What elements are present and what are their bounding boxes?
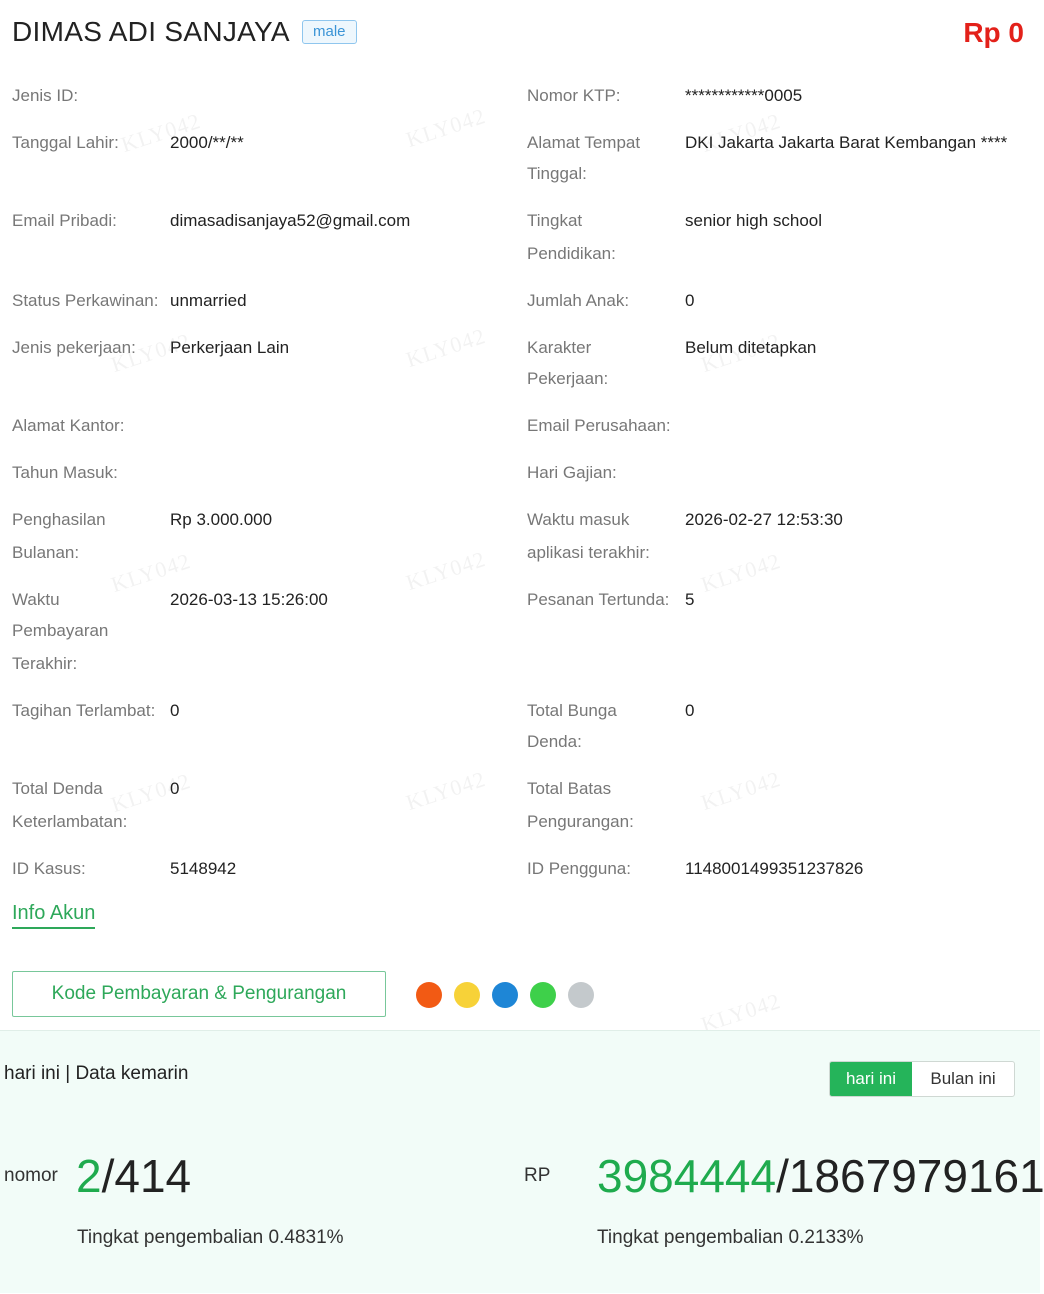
bunga-denda-value: 0 — [685, 701, 695, 720]
denda-terlambat-label-line1: Total Denda — [12, 779, 103, 798]
toggle-hari-ini[interactable]: hari ini — [830, 1062, 912, 1096]
tahun-masuk-label: Tahun Masuk: — [12, 463, 118, 482]
count-label: nomor — [4, 1165, 58, 1186]
tagihan-terlambat-value: 0 — [170, 701, 180, 720]
id-pengguna-label: ID Pengguna: — [527, 859, 631, 878]
waktu-masuk-value: 2026-02-27 12:53:30 — [685, 510, 843, 529]
email-pribadi-value: dimasadisanjaya52@gmail.com — [170, 211, 411, 230]
waktu-bayar-label-line3: Terakhir: — [12, 654, 78, 673]
watermark: KLY042 — [402, 545, 489, 596]
customer-header: DIMAS ADI SANJAYA male Rp 0 — [12, 14, 1032, 54]
waktu-masuk-label-line1: Waktu masuk — [527, 510, 630, 529]
pesanan-tertunda-value: 5 — [685, 590, 695, 609]
stats-title: hari ini | Data kemarin — [4, 1063, 189, 1084]
status-perkawinan-label: Status Perkawinan: — [12, 291, 159, 310]
pendidikan-label-line2: Pendidikan: — [527, 244, 616, 263]
alamat-kantor-label: Alamat Kantor: — [12, 416, 125, 435]
period-toggle: hari ini Bulan ini — [829, 1061, 1015, 1097]
amount-due: Rp 0 — [963, 17, 1024, 48]
count-value: 2/414 — [76, 1151, 191, 1201]
pendidikan-value: senior high school — [685, 211, 823, 230]
penghasilan-label-line2: Bulanan: — [12, 543, 80, 562]
money-total: /1867979161 — [776, 1150, 1044, 1202]
id-pengguna-value: 1148001499351237826 — [685, 859, 864, 878]
money-rate: Tingkat pengembalian 0.2133% — [597, 1227, 864, 1248]
alamat-label-line1: Alamat Tempat — [527, 133, 641, 152]
money-value: 3984444/1867979161 — [597, 1151, 1044, 1201]
jenis-pekerjaan-label: Jenis pekerjaan: — [12, 338, 136, 357]
kode-pembayaran-button[interactable]: Kode Pembayaran & Pengurangan — [12, 971, 386, 1017]
money-label: RP — [524, 1165, 551, 1186]
customer-name: DIMAS ADI SANJAYA — [12, 16, 290, 47]
batas-pengurangan-label-line1: Total Batas — [527, 779, 612, 798]
watermark: KLY042 — [697, 547, 784, 598]
hari-gajian-label: Hari Gajian: — [527, 463, 617, 482]
alamat-label-line2: Tinggal: — [527, 164, 587, 183]
status-dot-blue[interactable] — [492, 982, 518, 1008]
tagihan-terlambat-label: Tagihan Terlambat: — [12, 701, 156, 720]
email-pribadi-label: Email Pribadi: — [12, 211, 117, 230]
watermark: KLY042 — [402, 322, 489, 373]
jumlah-anak-value: 0 — [685, 291, 695, 310]
karakter-value: Belum ditetapkan — [685, 338, 817, 357]
batas-pengurangan-label-line2: Pengurangan: — [527, 812, 634, 831]
denda-terlambat-value: 0 — [170, 779, 180, 798]
waktu-bayar-label-line2: Pembayaran — [12, 621, 109, 640]
bunga-denda-label-line2: Denda: — [527, 732, 582, 751]
toggle-bulan-ini[interactable]: Bulan ini — [912, 1062, 1014, 1096]
id-kasus-label: ID Kasus: — [12, 859, 86, 878]
waktu-masuk-label-line2: aplikasi terakhir: — [527, 543, 650, 562]
id-kasus-value: 5148942 — [170, 859, 237, 878]
nomor-ktp-label: Nomor KTP: — [527, 86, 621, 105]
count-total: /414 — [101, 1150, 192, 1202]
watermark: KLY042 — [697, 765, 784, 816]
jenis-id-label: Jenis ID: — [12, 86, 79, 105]
penghasilan-label-line1: Penghasilan — [12, 510, 106, 529]
watermark: KLY042 — [402, 102, 489, 153]
status-dot-green[interactable] — [530, 982, 556, 1008]
karakter-label-line1: Karakter — [527, 338, 592, 357]
pesanan-tertunda-label: Pesanan Tertunda: — [527, 590, 670, 609]
status-perkawinan-value: unmarried — [170, 291, 247, 310]
stats-panel: hari ini | Data kemarin hari ini Bulan i… — [0, 1030, 1044, 1293]
watermark: KLY042 — [402, 765, 489, 816]
bunga-denda-label-line1: Total Bunga — [527, 701, 617, 720]
tanggal-lahir-label: Tanggal Lahir: — [12, 133, 119, 152]
money-highlight: 3984444 — [597, 1150, 777, 1202]
waktu-bayar-label-line1: Waktu — [12, 590, 60, 609]
status-dot-gray[interactable] — [568, 982, 594, 1008]
status-dot-orange[interactable] — [416, 982, 442, 1008]
waktu-bayar-value: 2026-03-13 15:26:00 — [170, 590, 328, 609]
status-dot-yellow[interactable] — [454, 982, 480, 1008]
tanggal-lahir-value: 2000/**/** — [170, 133, 244, 152]
count-highlight: 2 — [76, 1150, 102, 1202]
info-akun-link[interactable]: Info Akun — [12, 902, 96, 929]
pendidikan-label-line1: Tingkat — [527, 211, 583, 230]
gender-badge: male — [302, 20, 357, 44]
jenis-pekerjaan-value: Perkerjaan Lain — [170, 338, 290, 357]
karakter-label-line2: Pekerjaan: — [527, 369, 609, 388]
penghasilan-value: Rp 3.000.000 — [170, 510, 273, 529]
email-perusahaan-label: Email Perusahaan: — [527, 416, 671, 435]
nomor-ktp-value: ************0005 — [685, 86, 803, 105]
jumlah-anak-label: Jumlah Anak: — [527, 291, 630, 310]
denda-terlambat-label-line2: Keterlambatan: — [12, 812, 128, 831]
count-rate: Tingkat pengembalian 0.4831% — [77, 1227, 344, 1248]
alamat-value: DKI Jakarta Jakarta Barat Kembangan **** — [685, 133, 1008, 152]
